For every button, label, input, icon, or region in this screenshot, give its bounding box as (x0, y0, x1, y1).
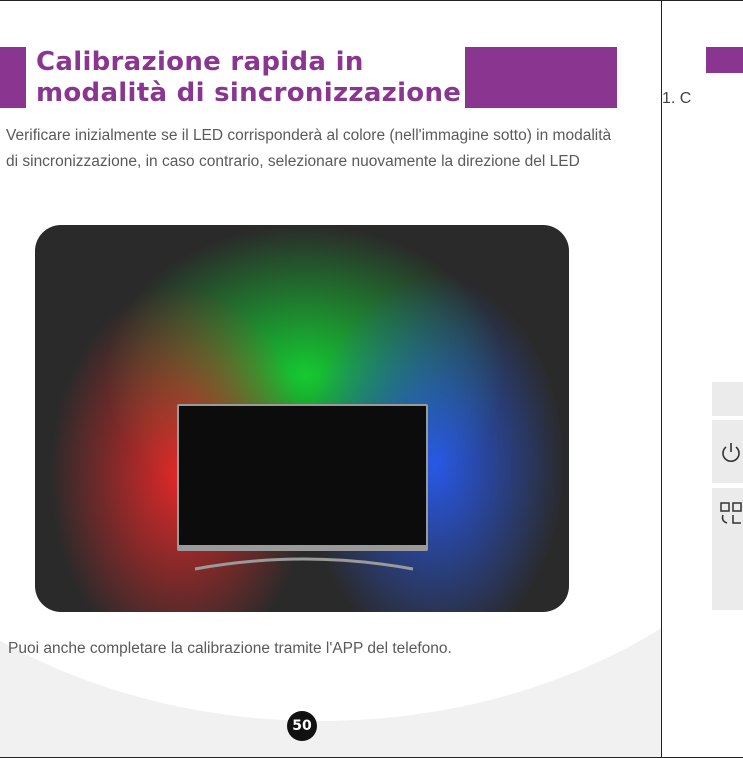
tv-ambient-light-image (35, 225, 569, 612)
title-banner-left (0, 47, 26, 108)
power-icon (722, 443, 740, 462)
left-page: Calibrazione rapida in modalità di sincr… (0, 0, 661, 758)
tv-icon (177, 404, 428, 551)
right-title-banner (706, 47, 743, 73)
right-page: 1. C (661, 0, 743, 758)
title-banner-right (465, 47, 617, 108)
app-menu-row (712, 382, 743, 416)
scan-icon (720, 502, 742, 524)
step-text: 1. C (662, 90, 692, 107)
tv-screen (179, 406, 426, 545)
intro-text: Verificare inizialmente se il LED corris… (6, 127, 612, 170)
page-number: 50 (287, 711, 317, 741)
page-title: Calibrazione rapida in modalità di sincr… (36, 47, 462, 108)
tv-stand (194, 557, 414, 571)
tip-text: Puoi anche completare la calibrazione tr… (8, 640, 452, 657)
